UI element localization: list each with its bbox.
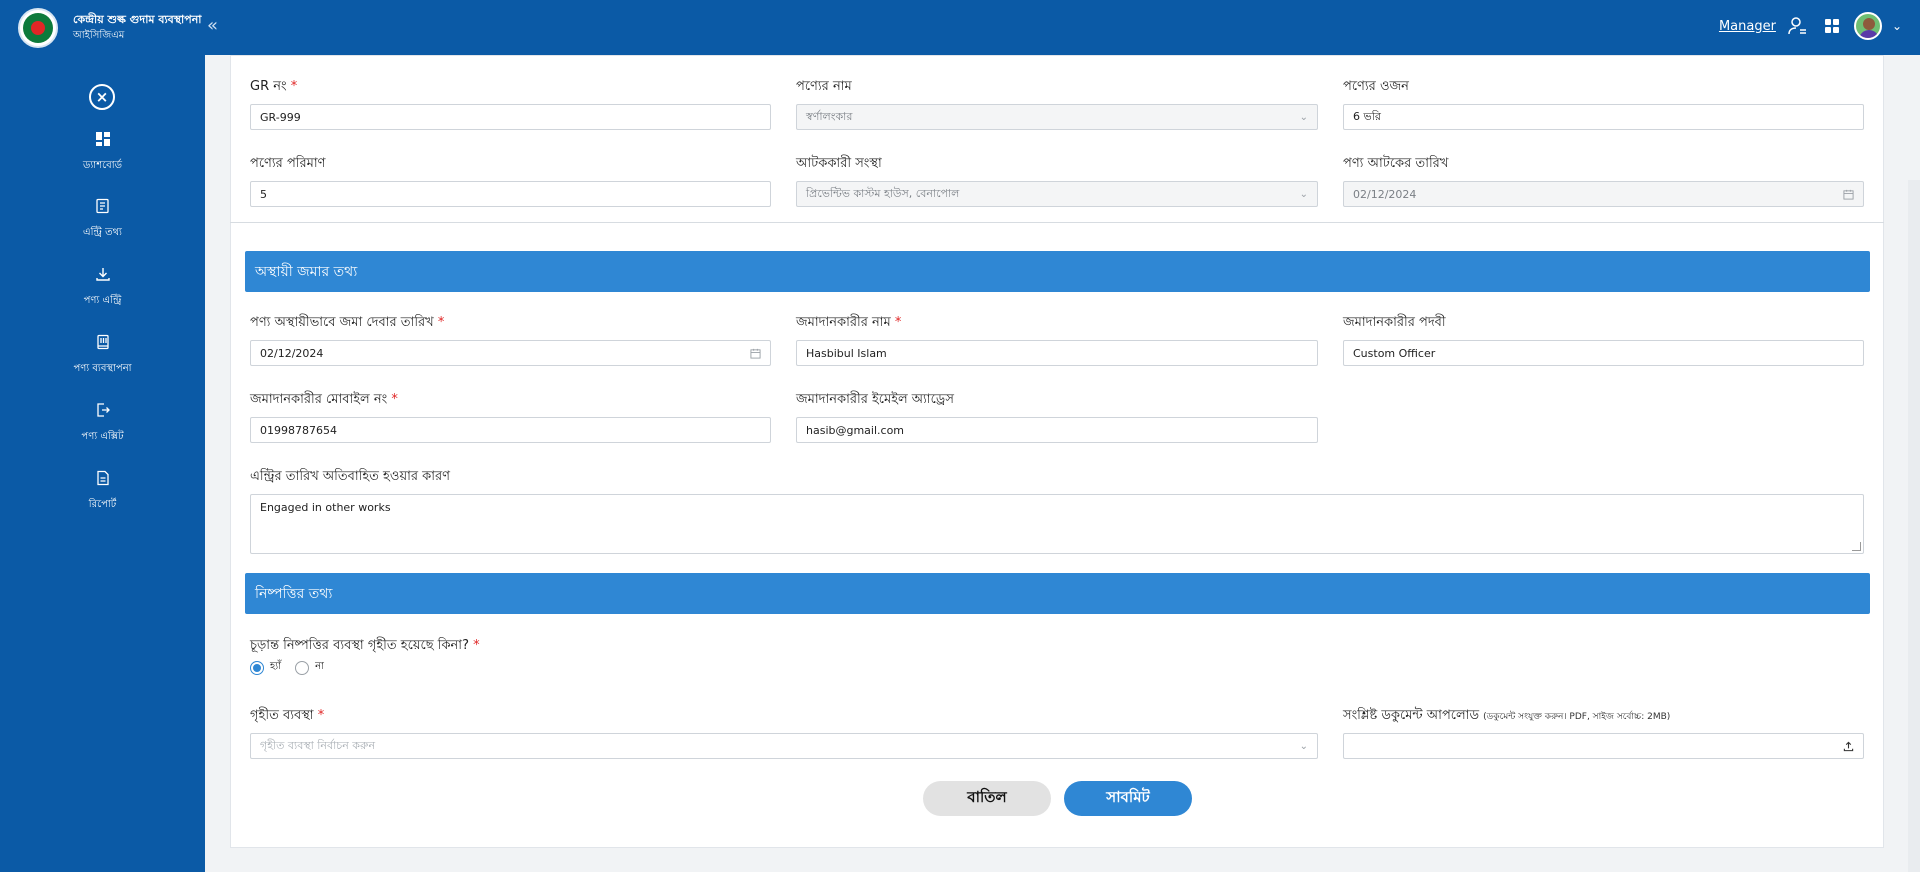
report-icon xyxy=(96,470,109,486)
depositor-mobile-input[interactable]: 01998787654 xyxy=(250,417,771,443)
seizing-org-field: আটককারী সংস্থা প্রিভেন্টিভ কাস্টম হাউস, … xyxy=(796,154,1318,207)
user-role-link[interactable]: Manager xyxy=(1719,19,1776,34)
app-title: কেন্দ্রীয় শুল্ক গুদাম ব্যবস্থাপনা xyxy=(73,13,202,26)
top-bar: কেন্দ্রীয় শুল্ক গুদাম ব্যবস্থাপনা আইসিজ… xyxy=(0,0,1920,55)
apps-grid-icon[interactable] xyxy=(1820,14,1844,38)
user-settings-icon[interactable] xyxy=(1786,14,1810,38)
deposit-date-field: পণ্য অস্থায়ীভাবে জমা দেবার তারিখ * 02/1… xyxy=(250,313,771,366)
deposit-date-input[interactable]: 02/12/2024 xyxy=(250,340,771,366)
collapse-sidebar-icon[interactable]: « xyxy=(207,16,218,36)
download-icon xyxy=(95,268,110,281)
section-divider xyxy=(230,222,1884,223)
entry-info-icon xyxy=(95,198,109,214)
radio-no-label: না xyxy=(315,661,324,672)
gr-number-label: GR নং xyxy=(250,79,287,94)
disposal-section-header: নিষ্পত্তির তথ্য xyxy=(245,573,1870,614)
sidebar-item-product-management[interactable]: পণ্য ব্যবস্থাপনা xyxy=(0,334,205,376)
depositor-designation-input[interactable]: Custom Officer xyxy=(1343,340,1864,366)
close-sidebar-icon[interactable]: × xyxy=(89,84,115,110)
scrollbar-track[interactable] xyxy=(1908,180,1920,872)
sidebar-item-label: ড্যাশবোর্ড xyxy=(83,160,122,171)
depositor-name-label: জমাদানকারীর নাম xyxy=(796,315,891,330)
user-avatar[interactable] xyxy=(1853,12,1882,40)
final-disposal-question: চূড়ান্ত নিষ্পত্তির ব্যবস্থা গৃহীত হয়েছ… xyxy=(250,638,480,653)
depositor-designation-label: জমাদানকারীর পদবী xyxy=(1343,315,1446,330)
seizing-org-select[interactable]: প্রিভেন্টিভ কাস্টম হাউস, বেনাপোল ⌄ xyxy=(796,181,1318,207)
seize-date-field: পণ্য আটকের তারিখ 02/12/2024 xyxy=(1343,154,1864,207)
final-disposal-label: চূড়ান্ত নিষ্পত্তির ব্যবস্থা গৃহীত হয়েছ… xyxy=(250,638,469,653)
document-upload-hint: (ডকুমেন্ট সংযুক্ত করুন। PDF, সাইজ সর্বোচ… xyxy=(1483,712,1671,722)
govt-logo xyxy=(18,8,58,48)
seizing-org-label: আটককারী সংস্থা xyxy=(796,156,882,171)
product-quantity-label: পণ্যের পরিমাণ xyxy=(250,156,326,171)
chevron-down-icon: ⌄ xyxy=(1299,740,1308,752)
document-upload-field: সংশ্লিষ্ট ডকুমেন্ট আপলোড (ডকুমেন্ট সংযুক… xyxy=(1343,706,1864,759)
depositor-designation-field: জমাদানকারীর পদবী Custom Officer xyxy=(1343,313,1864,366)
sidebar-item-product-entry[interactable]: পণ্য এন্ট্রি xyxy=(0,266,205,308)
gr-number-field: GR নং * GR-999 xyxy=(250,77,771,130)
product-quantity-field: পণ্যের পরিমাণ 5 xyxy=(250,154,771,207)
sidebar-item-dashboard[interactable]: ড্যাশবোর্ড xyxy=(0,131,205,173)
sidebar-item-label: পণ্য ব্যবস্থাপনা xyxy=(73,363,132,374)
document-upload-label: সংশ্লিষ্ট ডকুমেন্ট আপলোড xyxy=(1343,708,1480,723)
radio-no-dot[interactable] xyxy=(295,660,310,675)
depositor-mobile-label: জমাদানকারীর মোবাইল নং xyxy=(250,392,388,407)
app-subtitle: আইসিজিএম xyxy=(73,30,125,41)
submit-button[interactable]: সাবমিট xyxy=(1064,781,1192,816)
depositor-email-field: জমাদানকারীর ইমেইল অ্যাড্রেস hasib@gmail.… xyxy=(796,390,1318,443)
dashboard-icon xyxy=(95,132,110,146)
depositor-name-input[interactable]: Hasbibul Islam xyxy=(796,340,1318,366)
radio-no[interactable]: না xyxy=(295,659,324,676)
upload-icon[interactable] xyxy=(1843,741,1854,752)
action-taken-select[interactable]: গৃহীত ব্যবস্থা নির্বাচন করুন ⌄ xyxy=(250,733,1318,759)
depositor-email-input[interactable]: hasib@gmail.com xyxy=(796,417,1318,443)
exit-icon xyxy=(96,403,110,417)
action-taken-field: গৃহীত ব্যবস্থা * গৃহীত ব্যবস্থা নির্বাচন… xyxy=(250,706,1318,759)
brand: কেন্দ্রীয় শুল্ক গুদাম ব্যবস্থাপনা আইসিজ… xyxy=(73,12,201,43)
calendar-icon xyxy=(1843,189,1854,200)
book-icon xyxy=(96,334,109,350)
sidebar: × ড্যাশবোর্ড এন্ট্রি তথ্য পণ্য এন্ট্রি প… xyxy=(0,55,205,872)
cancel-button[interactable]: বাতিল xyxy=(923,781,1051,816)
calendar-icon[interactable] xyxy=(750,348,761,359)
chevron-down-icon: ⌄ xyxy=(1299,188,1308,200)
product-name-label: পণ্যের নাম xyxy=(796,79,852,94)
sidebar-item-entry-info[interactable]: এন্ট্রি তথ্য xyxy=(0,198,205,240)
depositor-mobile-field: জমাদানকারীর মোবাইল নং * 01998787654 xyxy=(250,390,771,443)
product-quantity-input[interactable]: 5 xyxy=(250,181,771,207)
delay-reason-label: এন্ট্রির তারিখ অতিবাহিত হওয়ার কারণ xyxy=(250,469,451,484)
seize-date-label: পণ্য আটকের তারিখ xyxy=(1343,156,1449,171)
product-name-field: পণ্যের নাম স্বর্ণালংকার ⌄ xyxy=(796,77,1318,130)
sidebar-item-label: পণ্য এন্ট্রি xyxy=(83,295,122,306)
document-upload-input[interactable] xyxy=(1343,733,1864,759)
depositor-name-field: জমাদানকারীর নাম * Hasbibul Islam xyxy=(796,313,1318,366)
chevron-down-icon: ⌄ xyxy=(1299,111,1308,123)
sidebar-item-product-exit[interactable]: পণ্য এক্সিট xyxy=(0,402,205,444)
depositor-email-label: জমাদানকারীর ইমেইল অ্যাড্রেস xyxy=(796,392,954,407)
product-name-select[interactable]: স্বর্ণালংকার ⌄ xyxy=(796,104,1318,130)
deposit-date-label: পণ্য অস্থায়ীভাবে জমা দেবার তারিখ xyxy=(250,315,434,330)
radio-yes-dot[interactable] xyxy=(250,660,264,675)
sidebar-item-report[interactable]: রিপোর্ট xyxy=(0,470,205,512)
radio-yes[interactable]: হ্যাঁ xyxy=(250,659,281,676)
product-weight-input[interactable]: 6 ভরি xyxy=(1343,104,1864,130)
seize-date-input[interactable]: 02/12/2024 xyxy=(1343,181,1864,207)
delay-reason-field: এন্ট্রির তারিখ অতিবাহিত হওয়ার কারণ Enga… xyxy=(250,467,1864,554)
radio-yes-label: হ্যাঁ xyxy=(270,661,282,672)
product-weight-field: পণ্যের ওজন 6 ভরি xyxy=(1343,77,1864,130)
sidebar-item-label: এন্ট্রি তথ্য xyxy=(83,227,122,238)
action-taken-label: গৃহীত ব্যবস্থা xyxy=(250,708,314,723)
product-weight-label: পণ্যের ওজন xyxy=(1343,79,1409,94)
gr-number-input[interactable]: GR-999 xyxy=(250,104,771,130)
sidebar-item-label: রিপোর্ট xyxy=(88,499,117,510)
delay-reason-textarea[interactable]: Engaged in other works xyxy=(250,494,1864,554)
chevron-down-icon[interactable]: ⌄ xyxy=(1892,19,1902,33)
final-disposal-radio-group: হ্যাঁ না xyxy=(250,659,324,676)
user-area: Manager ⌄ xyxy=(1719,12,1902,40)
sidebar-item-label: পণ্য এক্সিট xyxy=(81,431,124,442)
temp-deposit-section-header: অস্থায়ী জমার তথ্য xyxy=(245,251,1870,292)
